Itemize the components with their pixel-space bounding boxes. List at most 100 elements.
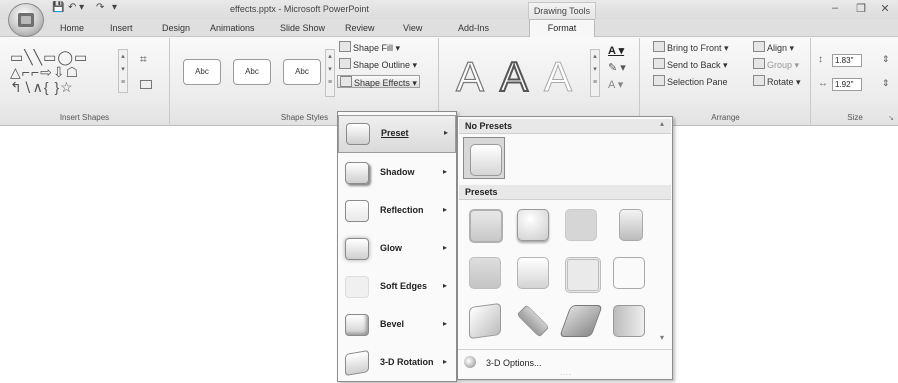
- wordart-style-2[interactable]: A: [499, 55, 529, 99]
- drawing-tools-label: Drawing Tools: [528, 2, 596, 20]
- save-icon[interactable]: 💾: [52, 2, 64, 16]
- shape-effects-button[interactable]: Shape Effects ▾: [337, 75, 420, 88]
- preset-10[interactable]: [511, 299, 553, 341]
- qat-customize-icon[interactable]: ▾: [112, 2, 117, 16]
- preset-2[interactable]: [511, 203, 553, 245]
- tab-view[interactable]: View: [403, 21, 422, 35]
- tab-design[interactable]: Design: [162, 21, 190, 35]
- tab-home[interactable]: Home: [60, 21, 84, 35]
- reflection-label: Reflection: [380, 205, 424, 215]
- undo-icon[interactable]: ↶ ▾: [68, 2, 84, 16]
- menu-item-3d-rotation[interactable]: 3-D Rotation ▸: [338, 345, 456, 383]
- shape-style-thumb-2[interactable]: Abc: [233, 59, 271, 85]
- minimize-button[interactable]: –: [826, 2, 844, 16]
- shapes-row-3[interactable]: ↰∖∧{ }☆: [10, 80, 74, 94]
- shapes-row-2[interactable]: △⌐⌐⇨⇩☖: [10, 65, 79, 79]
- shapes-gallery-scroll[interactable]: ▴ ▾ ≡: [118, 49, 128, 93]
- group-button[interactable]: Group ▾: [753, 58, 799, 71]
- restore-button[interactable]: ❐: [852, 2, 870, 16]
- edit-shape-icon[interactable]: ⌗: [140, 52, 147, 67]
- menu-item-shadow[interactable]: Shadow ▸: [338, 155, 456, 193]
- window-title: effects.pptx - Microsoft PowerPoint: [230, 4, 369, 14]
- preset-9[interactable]: [463, 299, 505, 341]
- bring-to-front-button[interactable]: Bring to Front ▾: [653, 41, 729, 54]
- shape-outline-button[interactable]: Shape Outline ▾: [339, 58, 417, 71]
- group-label: Group ▾: [767, 60, 800, 70]
- office-button[interactable]: [8, 3, 44, 37]
- selection-pane-button[interactable]: Selection Pane: [653, 75, 728, 88]
- wordart-style-1[interactable]: A: [455, 55, 484, 98]
- tab-animations[interactable]: Animations: [210, 21, 255, 35]
- submenu-arrow-icon: ▸: [444, 128, 449, 137]
- shape-styles-scroll[interactable]: ▴ ▾ ≡: [325, 49, 335, 97]
- rotate-button[interactable]: Rotate ▾: [753, 75, 801, 88]
- height-icon: ↕: [818, 54, 823, 65]
- 3d-options-icon: [464, 356, 476, 368]
- preset-swatch: [469, 209, 503, 243]
- wordart-style-3[interactable]: A: [543, 55, 572, 98]
- bring-to-front-label: Bring to Front ▾: [667, 43, 729, 53]
- bevel-thumb-icon: [345, 314, 369, 336]
- resize-grip-icon[interactable]: ....: [560, 370, 572, 377]
- reflection-thumb-icon: [345, 200, 369, 222]
- preset-12[interactable]: [607, 299, 649, 341]
- menu-item-soft-edges[interactable]: Soft Edges ▸: [338, 269, 456, 307]
- redo-icon[interactable]: ↷: [96, 2, 104, 16]
- preset-6[interactable]: [511, 251, 553, 293]
- tab-insert[interactable]: Insert: [110, 21, 133, 35]
- preset-3[interactable]: [559, 203, 601, 245]
- preset-swatch: [613, 305, 645, 337]
- 3d-options-row[interactable]: 3-D Options... ....: [458, 349, 672, 379]
- text-effects-icon[interactable]: A ▾: [608, 78, 623, 91]
- shape-height-field[interactable]: 1.83": [832, 54, 862, 67]
- glow-label: Glow: [380, 243, 402, 253]
- gallery-scrollbar[interactable]: ▴ ▾: [658, 119, 671, 347]
- effects-icon: [340, 76, 352, 87]
- selection-pane-label: Selection Pane: [667, 77, 728, 87]
- scroll-up-icon[interactable]: ▴: [660, 119, 664, 128]
- width-spinner[interactable]: ⇕: [882, 78, 890, 89]
- width-icon: ↔: [818, 78, 828, 89]
- preset-11[interactable]: [559, 299, 603, 341]
- preset-4[interactable]: [607, 203, 649, 245]
- tab-add-ins[interactable]: Add-Ins: [458, 21, 489, 35]
- tab-format[interactable]: Format: [529, 19, 595, 37]
- preset-thumb-icon: [346, 123, 370, 145]
- shape-style-thumb-1[interactable]: Abc: [183, 59, 221, 85]
- text-box-icon[interactable]: [140, 80, 152, 89]
- menu-item-preset[interactable]: Preset ▸: [338, 115, 456, 153]
- text-fill-icon[interactable]: A ▾: [608, 44, 624, 57]
- shadow-thumb-icon: [345, 162, 369, 184]
- scroll-down-icon[interactable]: ▾: [660, 333, 664, 342]
- tab-review[interactable]: Review: [345, 21, 375, 35]
- preset-5[interactable]: [463, 251, 505, 293]
- menu-item-reflection[interactable]: Reflection ▸: [338, 193, 456, 231]
- no-preset-option[interactable]: [463, 137, 505, 179]
- preset-7[interactable]: [559, 251, 601, 293]
- preset-swatch: [619, 209, 643, 241]
- shape-width-field[interactable]: 1.92": [832, 78, 862, 91]
- shapes-row-1[interactable]: ▭╲╲▭◯▭: [10, 50, 88, 64]
- height-spinner[interactable]: ⇕: [882, 54, 890, 65]
- menu-item-glow[interactable]: Glow ▸: [338, 231, 456, 269]
- preset-8[interactable]: [607, 251, 649, 293]
- size-dialog-launcher-icon[interactable]: ↘: [888, 114, 894, 122]
- close-button[interactable]: ✕: [876, 2, 894, 16]
- tab-slide-show[interactable]: Slide Show: [280, 21, 325, 35]
- preset-swatch: [516, 304, 550, 338]
- shape-style-thumb-3[interactable]: Abc: [283, 59, 321, 85]
- send-to-back-button[interactable]: Send to Back ▾: [653, 58, 728, 71]
- text-outline-icon[interactable]: ✎ ▾: [608, 61, 626, 74]
- wordart-scroll[interactable]: ▴ ▾ ≡: [590, 49, 600, 97]
- shape-fill-button[interactable]: Shape Fill ▾: [339, 41, 400, 54]
- menu-item-bevel[interactable]: Bevel ▸: [338, 307, 456, 345]
- preset-1[interactable]: [463, 203, 505, 245]
- send-to-back-label: Send to Back ▾: [667, 60, 728, 70]
- align-button[interactable]: Align ▾: [753, 41, 794, 54]
- shadow-label: Shadow: [380, 167, 415, 177]
- preset-swatch: [517, 257, 549, 289]
- send-back-icon: [653, 58, 665, 69]
- no-preset-swatch: [470, 144, 502, 176]
- submenu-arrow-icon: ▸: [443, 167, 448, 176]
- soft-edges-thumb-icon: [345, 276, 369, 298]
